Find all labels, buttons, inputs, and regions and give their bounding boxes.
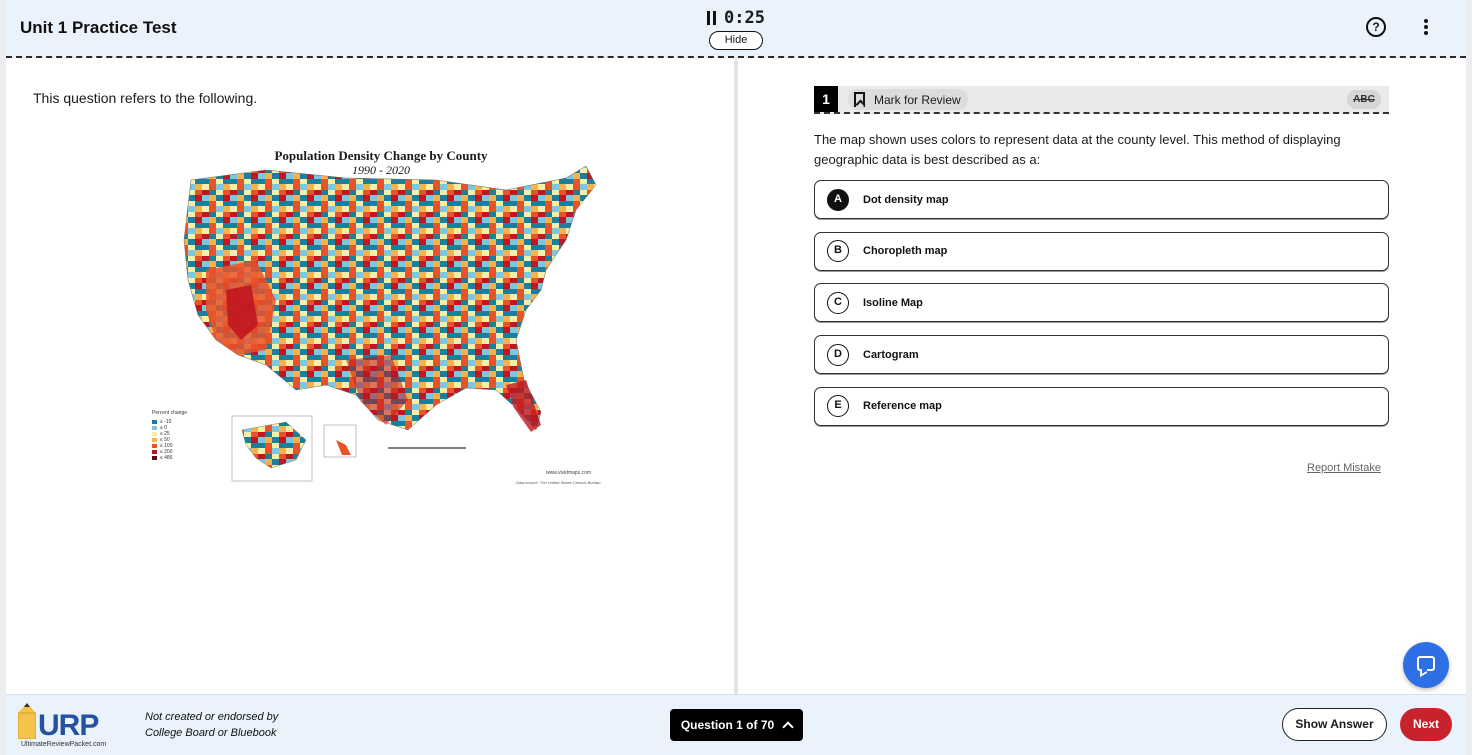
hide-timer-button[interactable]: Hide <box>709 31 763 50</box>
question-pane: 1 Mark for Review ABC The map shown uses… <box>738 60 1466 694</box>
header-bar: Unit 1 Practice Test 0:25 Hide ? <box>6 0 1466 58</box>
timer: 0:25 <box>696 8 776 28</box>
question-navigator-label: Question 1 of 70 <box>680 718 775 732</box>
legend-item: ≤ 486 <box>152 455 187 461</box>
show-answer-button[interactable]: Show Answer <box>1282 708 1387 741</box>
option-text: Reference map <box>863 400 942 413</box>
footer-bar: URP UltimateReviewPacket.com Not created… <box>6 694 1466 755</box>
question-number: 1 <box>814 86 838 112</box>
option-letter: D <box>827 343 849 366</box>
stimulus-pane: This question refers to the following. P… <box>6 60 734 694</box>
legend-title: Percent change <box>152 410 188 416</box>
answer-option-e[interactable]: E Reference map <box>814 386 1389 426</box>
timer-area: 0:25 Hide <box>696 8 776 50</box>
bookmark-icon <box>854 92 865 107</box>
mark-for-review-label: Mark for Review <box>874 92 961 107</box>
question-navigator-button[interactable]: Question 1 of 70 <box>670 709 803 741</box>
report-mistake-link[interactable]: Report Mistake <box>1307 462 1381 474</box>
question-text: The map shown uses colors to represent d… <box>814 132 1341 167</box>
logo-url: UltimateReviewPacket.com <box>21 741 107 748</box>
option-text: Isoline Map <box>863 296 923 309</box>
legend-swatch <box>152 456 157 460</box>
legend-label: ≤ 486 <box>160 455 173 461</box>
answer-option-b[interactable]: B Choropleth map <box>814 231 1389 271</box>
population-density-map: Population Density Change by County 1990… <box>146 140 616 490</box>
help-icon[interactable]: ? <box>1366 17 1386 37</box>
legend-swatch <box>152 450 157 454</box>
map-legend: Percent change ≤ -10 ≤ 0 ≤ 25 ≤ 50 ≤ 100 ≤ 20… <box>152 410 187 461</box>
mark-for-review-button[interactable]: Mark for Review <box>848 89 968 110</box>
option-letter: A <box>827 188 849 211</box>
chat-icon <box>1417 656 1435 671</box>
disclaimer-line-1: Not created or endorsed by <box>145 711 279 723</box>
answer-option-a[interactable]: A Dot density map <box>814 180 1389 219</box>
legend-swatch <box>152 420 157 424</box>
stimulus-intro: This question refers to the following. <box>33 90 258 106</box>
us-county-map-image <box>183 165 597 482</box>
strikethrough-toggle-button[interactable]: ABC <box>1347 90 1381 109</box>
option-letter: C <box>827 291 849 314</box>
pause-icon[interactable] <box>707 11 717 25</box>
answer-option-c[interactable]: C Isoline Map <box>814 283 1389 323</box>
answer-option-d[interactable]: D Cartogram <box>814 335 1389 375</box>
legend-swatch <box>152 432 157 436</box>
chat-button[interactable] <box>1403 642 1449 688</box>
legend-swatch <box>152 444 157 448</box>
option-text: Cartogram <box>863 348 919 361</box>
chevron-up-icon <box>782 721 794 733</box>
map-source: Data source: The United States Census Bu… <box>516 480 601 485</box>
question-header-bar: 1 Mark for Review ABC <box>814 86 1389 114</box>
disclaimer-line-2: College Board or Bluebook <box>145 727 277 739</box>
app-window: Unit 1 Practice Test 0:25 Hide ? This qu… <box>0 0 1472 755</box>
urp-logo: URP UltimateReviewPacket.com <box>18 703 138 749</box>
disclaimer: Not created or endorsed by College Board… <box>145 709 278 741</box>
pencil-icon <box>18 703 36 739</box>
page-title: Unit 1 Practice Test <box>20 18 177 37</box>
answer-options: A Dot density map B Choropleth map C Isoline … <box>814 180 1389 438</box>
more-vertical-icon[interactable] <box>1424 19 1428 35</box>
logo-text: URP <box>38 709 99 742</box>
option-letter: E <box>827 395 849 418</box>
timer-value: 0:25 <box>724 8 765 28</box>
next-button[interactable]: Next <box>1400 708 1452 741</box>
legend-swatch <box>152 438 157 442</box>
legend-swatch <box>152 426 157 430</box>
option-text: Choropleth map <box>863 245 948 258</box>
map-credit: www.vividmaps.com <box>546 470 592 476</box>
option-text: Dot density map <box>863 193 949 206</box>
option-letter: B <box>827 240 849 263</box>
